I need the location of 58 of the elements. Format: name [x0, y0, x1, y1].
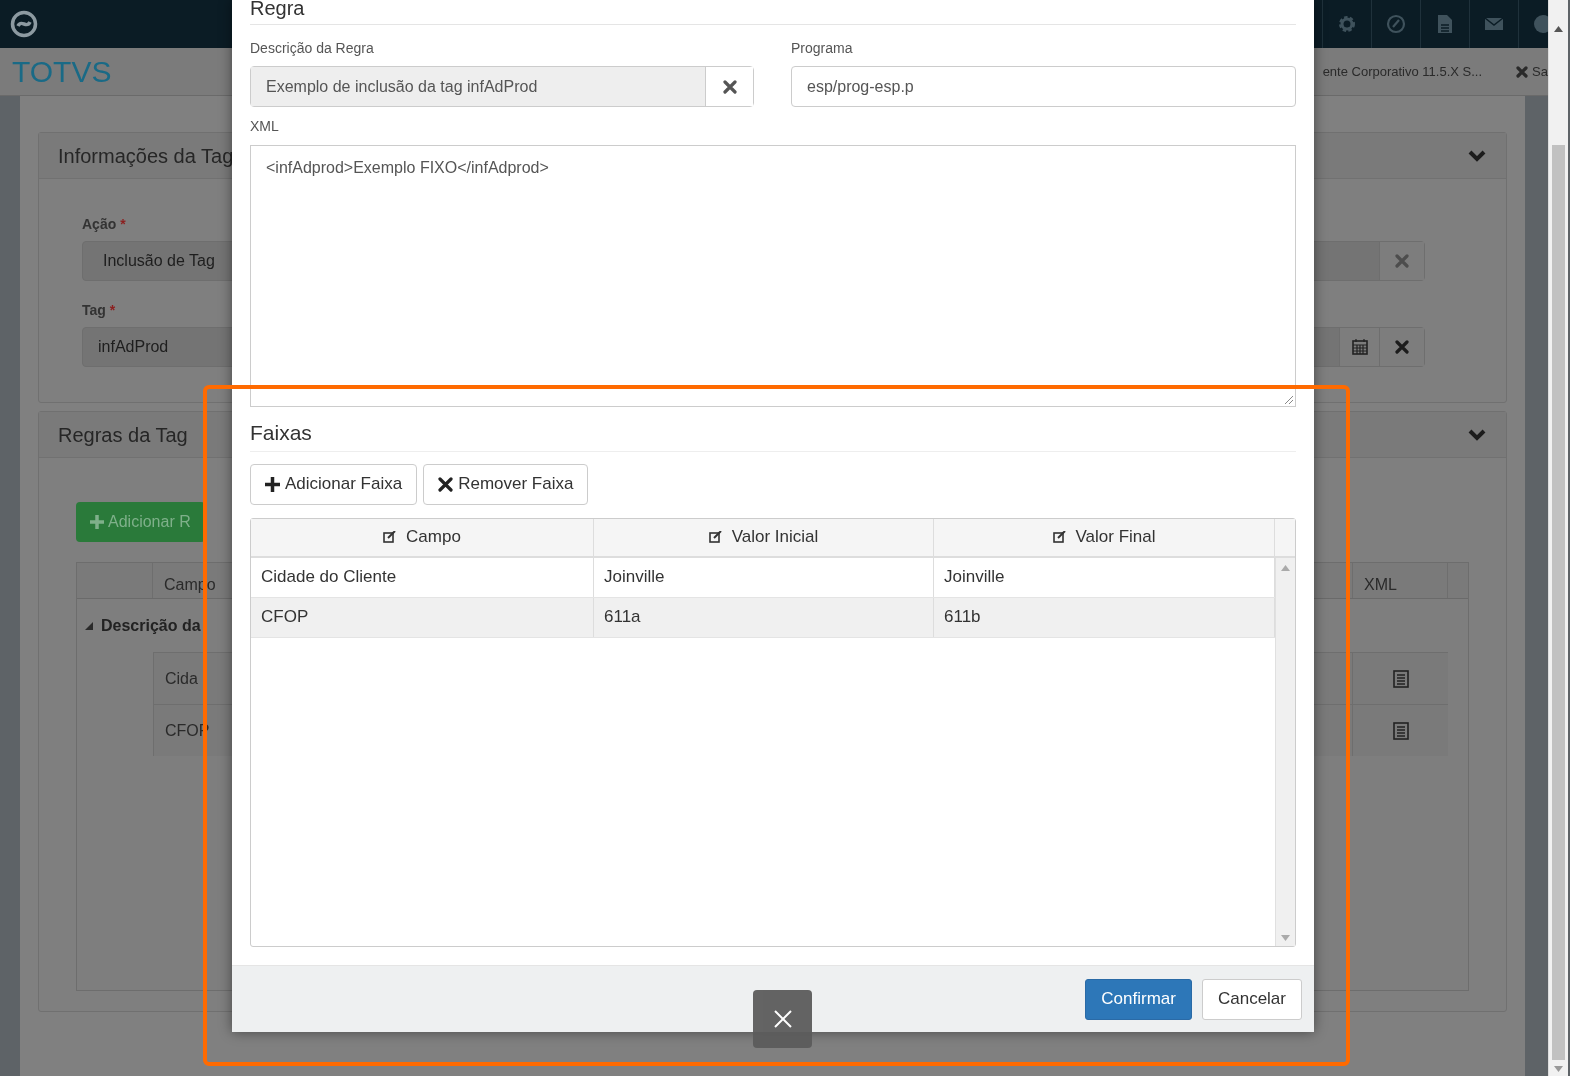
required-mark: * — [109, 302, 116, 318]
plus-icon — [265, 476, 280, 492]
chevron-down-icon[interactable] — [1467, 148, 1487, 163]
close-icon — [1395, 340, 1409, 354]
gauge-icon[interactable] — [1386, 14, 1406, 34]
field-label: XML — [250, 118, 279, 134]
logo-icon[interactable] — [10, 10, 38, 38]
edit-icon — [383, 531, 397, 543]
calendar-icon — [1351, 339, 1368, 355]
column-header[interactable]: Campo — [251, 518, 594, 556]
table-cell: Joinville — [594, 557, 934, 597]
field-label: Ação — [82, 216, 117, 232]
field-label: Programa — [791, 40, 853, 56]
confirm-button[interactable]: Confirmar — [1085, 978, 1192, 1020]
close-icon — [772, 1009, 793, 1029]
column-header: XML — [1352, 563, 1448, 598]
field-label: Tag — [82, 302, 106, 318]
close-button[interactable] — [753, 990, 812, 1048]
scroll-up-icon[interactable] — [1554, 26, 1563, 32]
required-mark: * — [120, 216, 126, 232]
section-title: Regras da Tag — [58, 422, 188, 448]
close-icon — [438, 476, 454, 492]
modal-title: Regra — [250, 0, 1296, 25]
close-icon — [722, 79, 737, 94]
input-field[interactable]: Exemplo de inclusão da tag infAdProd — [251, 67, 706, 106]
field-label: Descrição da Regra — [250, 40, 374, 56]
table-cell: CFOP — [251, 597, 594, 637]
close-icon — [1395, 254, 1409, 268]
remove-range-button[interactable]: Remover Faixa — [423, 463, 589, 505]
text-area[interactable]: <infAdprod>Exemplo FIXO</infAdprod> — [250, 145, 1296, 407]
resize-grip-icon[interactable] — [1284, 395, 1294, 405]
edit-icon — [1052, 531, 1066, 543]
help-icon[interactable] — [1533, 14, 1548, 34]
table-cell: 611a — [594, 597, 934, 637]
list-icon[interactable] — [1392, 669, 1409, 688]
add-range-button[interactable]: Adicionar Faixa — [250, 463, 418, 505]
section-title: Informações da Tag — [58, 143, 234, 169]
plus-icon — [90, 515, 104, 529]
chevron-down-icon[interactable] — [1467, 427, 1487, 442]
calendar-button[interactable] — [1339, 328, 1379, 366]
gear-icon[interactable] — [1337, 14, 1357, 34]
column-header[interactable]: Valor Inicial — [594, 518, 934, 556]
list-icon[interactable] — [1392, 721, 1409, 740]
scrollbar[interactable] — [1275, 557, 1295, 946]
scroll-down-icon[interactable] — [1281, 934, 1290, 941]
cancel-button[interactable]: Cancelar — [1201, 978, 1302, 1020]
edit-icon — [708, 531, 722, 543]
scrollbar[interactable] — [1548, 0, 1568, 1076]
collapse-triangle-icon[interactable] — [85, 622, 93, 631]
group-label: Descrição da — [101, 615, 201, 636]
envelope-icon[interactable] — [1484, 16, 1504, 32]
clear-button[interactable] — [1379, 328, 1424, 366]
section-title: Faixas — [250, 417, 1296, 452]
input-field[interactable]: esp/prog-esp.p — [791, 66, 1296, 107]
scroll-down-icon[interactable] — [1554, 1066, 1563, 1072]
column-header[interactable]: Valor Final — [934, 518, 1275, 556]
document-icon[interactable] — [1437, 14, 1453, 34]
table-cell: Cidade do Cliente — [251, 557, 594, 597]
